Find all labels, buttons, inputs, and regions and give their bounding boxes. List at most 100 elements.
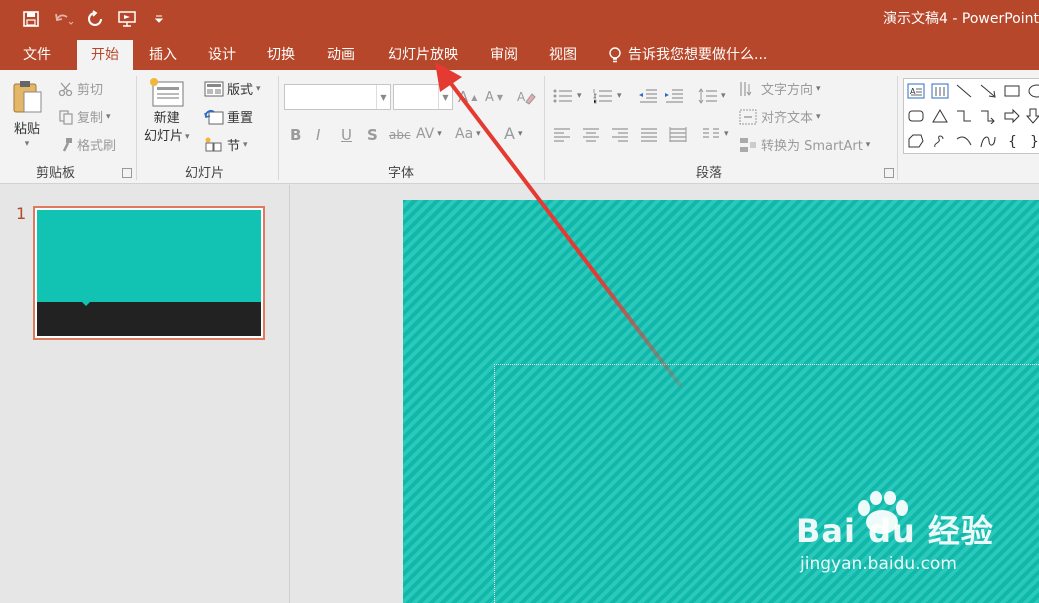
tab-file[interactable]: 文件 [10,40,64,70]
bullets-button[interactable]: ▾ [552,88,582,104]
rounded-rect-shape-icon[interactable] [906,106,926,126]
chevron-down-icon: ▾ [476,129,481,139]
new-slide-icon [147,76,187,110]
shrink-font-label: A [485,90,494,105]
group-label-font: 字体 [388,166,415,181]
chevron-down-icon: ▾ [721,91,726,101]
curve-shape-icon[interactable] [978,131,998,151]
right-arrow-shape-icon[interactable] [1002,106,1022,126]
line-spacing-button[interactable]: ▾ [698,88,726,104]
vertical-textbox-shape-icon[interactable] [930,81,950,101]
distributed-icon[interactable] [668,126,688,142]
reset-button[interactable]: 重置 [204,107,253,126]
strikethrough-button[interactable]: abc [389,128,411,142]
tell-me-search[interactable]: 告诉我您想要做什么... [608,40,767,70]
quick-access-toolbar [18,6,172,32]
copy-button[interactable]: 复制 ▾ [58,107,111,126]
textbox-shape-icon[interactable]: A [906,81,926,101]
grow-font-label: A [458,88,469,106]
char-spacing-button[interactable]: AV ▾ [416,126,442,142]
text-direction-button[interactable]: 文字方向 ▾ [738,79,821,98]
outdent-icon [638,88,658,104]
smartart-icon [738,136,758,154]
align-right-icon[interactable] [610,126,630,142]
group-separator [897,76,898,180]
align-center-icon[interactable] [581,126,601,142]
align-left-icon[interactable] [552,126,572,142]
numbering-button[interactable]: ▾ [592,88,622,104]
customize-icon[interactable] [146,6,172,32]
redo-icon[interactable] [82,6,108,32]
underline-button[interactable]: U [341,126,352,144]
down-arrow-shape-icon[interactable] [1024,106,1039,126]
chevron-down-icon[interactable]: ▼ [376,85,390,109]
font-color-button[interactable]: A ▾ [504,124,522,143]
change-case-button[interactable]: Aa ▾ [455,126,481,142]
arrow-line-shape-icon[interactable] [978,81,998,101]
line-shape-icon[interactable] [954,81,974,101]
paste-button[interactable]: 粘贴 ▾ [10,78,44,149]
shapes-gallery[interactable]: A { } [903,78,1039,154]
triangle-shape-icon[interactable] [930,106,950,126]
group-separator [136,76,137,180]
convert-smartart-button[interactable]: 转换为 SmartArt ▾ [738,135,870,154]
format-painter-button[interactable]: 格式刷 [58,135,116,154]
bullet-list-icon [552,88,574,104]
chevron-down-icon: ▾ [24,139,30,149]
italic-button[interactable]: I [316,126,320,144]
tab-review[interactable]: 审阅 [477,40,531,70]
font-name-input[interactable]: ▼ [284,84,391,110]
align-text-label: 对齐文本 [761,111,814,126]
clear-formatting-button[interactable]: A [516,88,536,106]
tab-design[interactable]: 设计 [195,40,249,70]
chevron-down-icon: ▾ [243,139,248,150]
right-brace-shape-icon[interactable]: } [1024,131,1039,151]
increase-indent-button[interactable] [664,88,684,104]
elbow-arrow-shape-icon[interactable] [978,106,998,126]
columns-icon[interactable] [701,126,721,142]
change-case-label: Aa [455,126,474,142]
layout-button[interactable]: 版式 ▾ [204,79,261,98]
chevron-down-icon: ▾ [256,83,261,94]
shrink-font-button[interactable]: A ▼ [485,90,503,105]
chevron-down-icon: ▾ [437,129,442,139]
left-brace-shape-icon[interactable]: { [1002,131,1022,151]
rectangle-shape-icon[interactable] [1002,81,1022,101]
tab-slideshow[interactable]: 幻灯片放映 [378,40,468,70]
clipboard-launcher[interactable] [122,168,132,178]
align-text-button[interactable]: 对齐文本 ▾ [738,107,821,126]
ribbon-home: 粘贴 ▾ 剪切 复制 ▾ 格式刷 剪贴板 新建 幻灯片 ▾ 版式 ▾ 重置 节 … [0,70,1039,184]
tab-transitions[interactable]: 切换 [254,40,308,70]
chevron-down-icon: ▾ [617,91,622,101]
freeform-shape-icon[interactable] [906,131,926,151]
indent-icon [664,88,684,104]
present-icon[interactable] [114,6,140,32]
chevron-down-icon[interactable]: ▼ [438,85,452,109]
text-direction-label: 文字方向 [761,83,814,98]
font-size-input[interactable]: ▼ [393,84,453,110]
arc-shape-icon[interactable] [954,131,974,151]
section-button[interactable]: 节 ▾ [204,135,248,154]
tab-insert[interactable]: 插入 [136,40,190,70]
scribble-shape-icon[interactable] [930,131,950,151]
decrease-indent-button[interactable] [638,88,658,104]
tab-view[interactable]: 视图 [536,40,590,70]
save-icon[interactable] [18,6,44,32]
new-slide-button[interactable]: 新建 幻灯片 ▾ [144,76,190,146]
svg-text:{: { [1008,134,1017,149]
tab-home[interactable]: 开始 [77,40,133,70]
tab-animations[interactable]: 动画 [313,40,369,70]
oval-shape-icon[interactable] [1024,81,1039,101]
cut-button[interactable]: 剪切 [58,79,103,98]
grow-font-button[interactable]: A ▲ [458,88,477,106]
shadow-button[interactable]: S [367,126,378,144]
layout-label: 版式 [227,83,254,98]
elbow-connector-shape-icon[interactable] [954,106,974,126]
paragraph-launcher[interactable] [884,168,894,178]
new-slide-label-row: 幻灯片 ▾ [144,128,190,146]
justify-icon[interactable] [639,126,659,142]
undo-icon[interactable] [50,6,76,32]
bold-button[interactable]: B [290,126,301,144]
slide-thumbnail[interactable] [33,206,265,340]
chevron-down-icon: ▾ [185,132,190,142]
